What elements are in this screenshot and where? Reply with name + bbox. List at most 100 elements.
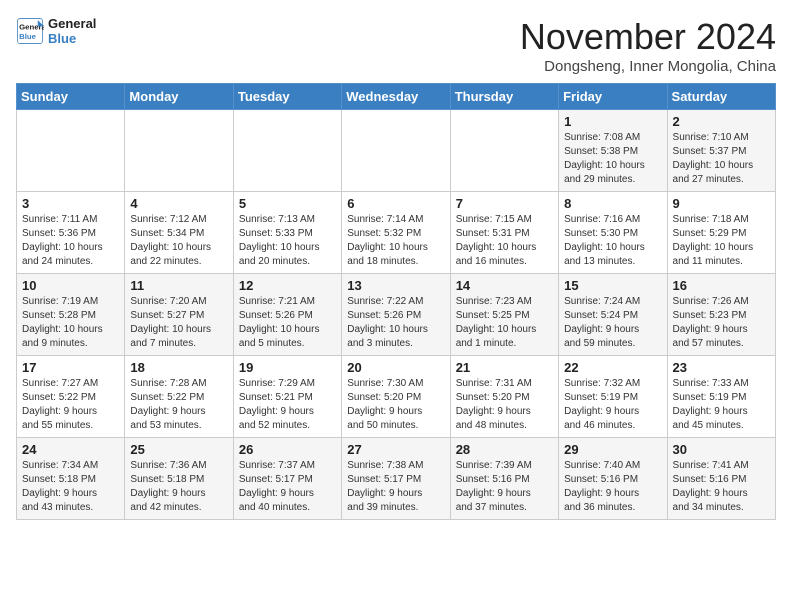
- day-info: Sunrise: 7:30 AM Sunset: 5:20 PM Dayligh…: [347, 377, 444, 433]
- day-number: 22: [564, 360, 661, 375]
- weekday-header-monday: Monday: [125, 84, 233, 110]
- day-info: Sunrise: 7:16 AM Sunset: 5:30 PM Dayligh…: [564, 213, 661, 269]
- calendar-cell: 17 Sunrise: 7:27 AM Sunset: 5:22 PM Dayli…: [17, 356, 125, 438]
- calendar-week-5: 24Sunrise: 7:34 AM Sunset: 5:18 PM Dayli…: [17, 438, 776, 520]
- calendar-cell: 15 Sunrise: 7:24 AM Sunset: 5:24 PM Dayli…: [559, 274, 667, 356]
- calendar-cell: 2 Sunrise: 7:10 AM Sunset: 5:37 PM Daylig…: [667, 110, 775, 192]
- calendar-cell: 20 Sunrise: 7:30 AM Sunset: 5:20 PM Dayli…: [342, 356, 450, 438]
- svg-text:Blue: Blue: [19, 32, 37, 41]
- day-number: 27: [347, 442, 444, 457]
- weekday-header-saturday: Saturday: [667, 84, 775, 110]
- title-block: November 2024 Dongsheng, Inner Mongolia,…: [520, 16, 776, 75]
- calendar-week-3: 10 Sunrise: 7:19 AM Sunset: 5:28 PM Dayli…: [17, 274, 776, 356]
- calendar-cell: 6 Sunrise: 7:14 AM Sunset: 5:32 PM Daylig…: [342, 192, 450, 274]
- calendar-week-1: 1Sunrise: 7:08 AM Sunset: 5:38 PM Daylig…: [17, 110, 776, 192]
- calendar-week-4: 17 Sunrise: 7:27 AM Sunset: 5:22 PM Dayli…: [17, 356, 776, 438]
- day-info: Sunrise: 7:34 AM Sunset: 5:18 PM Dayligh…: [22, 459, 119, 515]
- weekday-header-tuesday: Tuesday: [233, 84, 341, 110]
- calendar-cell: 23 Sunrise: 7:33 AM Sunset: 5:19 PM Dayli…: [667, 356, 775, 438]
- month-title: November 2024: [520, 16, 776, 58]
- day-number: 9: [673, 196, 770, 211]
- day-number: 14: [456, 278, 553, 293]
- day-info: Sunrise: 7:27 AM Sunset: 5:22 PM Dayligh…: [22, 377, 119, 433]
- day-number: 12: [239, 278, 336, 293]
- calendar-cell: [450, 110, 558, 192]
- calendar-cell: 26Sunrise: 7:37 AM Sunset: 5:17 PM Dayli…: [233, 438, 341, 520]
- weekday-header-thursday: Thursday: [450, 84, 558, 110]
- calendar-cell: 18Sunrise: 7:28 AM Sunset: 5:22 PM Dayli…: [125, 356, 233, 438]
- weekday-header-friday: Friday: [559, 84, 667, 110]
- day-number: 4: [130, 196, 227, 211]
- day-info: Sunrise: 7:08 AM Sunset: 5:38 PM Dayligh…: [564, 131, 661, 187]
- day-number: 7: [456, 196, 553, 211]
- day-number: 20: [347, 360, 444, 375]
- day-number: 18: [130, 360, 227, 375]
- calendar-cell: [17, 110, 125, 192]
- calendar-cell: 3 Sunrise: 7:11 AM Sunset: 5:36 PM Daylig…: [17, 192, 125, 274]
- calendar-week-2: 3 Sunrise: 7:11 AM Sunset: 5:36 PM Daylig…: [17, 192, 776, 274]
- logo-general: General: [48, 16, 96, 31]
- calendar-cell: 28Sunrise: 7:39 AM Sunset: 5:16 PM Dayli…: [450, 438, 558, 520]
- day-number: 2: [673, 114, 770, 129]
- day-number: 30: [673, 442, 770, 457]
- calendar-cell: 14Sunrise: 7:23 AM Sunset: 5:25 PM Dayli…: [450, 274, 558, 356]
- calendar-cell: 30 Sunrise: 7:41 AM Sunset: 5:16 PM Dayli…: [667, 438, 775, 520]
- location: Dongsheng, Inner Mongolia, China: [520, 58, 776, 75]
- calendar-cell: 13 Sunrise: 7:22 AM Sunset: 5:26 PM Dayli…: [342, 274, 450, 356]
- day-info: Sunrise: 7:26 AM Sunset: 5:23 PM Dayligh…: [673, 295, 770, 351]
- calendar-table: SundayMondayTuesdayWednesdayThursdayFrid…: [16, 83, 776, 520]
- day-info: Sunrise: 7:18 AM Sunset: 5:29 PM Dayligh…: [673, 213, 770, 269]
- day-info: Sunrise: 7:33 AM Sunset: 5:19 PM Dayligh…: [673, 377, 770, 433]
- day-number: 13: [347, 278, 444, 293]
- day-number: 17: [22, 360, 119, 375]
- calendar-cell: 19 Sunrise: 7:29 AM Sunset: 5:21 PM Dayli…: [233, 356, 341, 438]
- calendar-header-row: SundayMondayTuesdayWednesdayThursdayFrid…: [17, 84, 776, 110]
- calendar-body: 1Sunrise: 7:08 AM Sunset: 5:38 PM Daylig…: [17, 110, 776, 520]
- day-info: Sunrise: 7:11 AM Sunset: 5:36 PM Dayligh…: [22, 213, 119, 269]
- calendar-cell: 27Sunrise: 7:38 AM Sunset: 5:17 PM Dayli…: [342, 438, 450, 520]
- calendar-cell: 29Sunrise: 7:40 AM Sunset: 5:16 PM Dayli…: [559, 438, 667, 520]
- day-number: 25: [130, 442, 227, 457]
- logo-blue: Blue: [48, 31, 96, 46]
- calendar-cell: [342, 110, 450, 192]
- day-number: 15: [564, 278, 661, 293]
- day-info: Sunrise: 7:19 AM Sunset: 5:28 PM Dayligh…: [22, 295, 119, 351]
- day-number: 29: [564, 442, 661, 457]
- day-info: Sunrise: 7:10 AM Sunset: 5:37 PM Dayligh…: [673, 131, 770, 187]
- day-info: Sunrise: 7:14 AM Sunset: 5:32 PM Dayligh…: [347, 213, 444, 269]
- day-info: Sunrise: 7:41 AM Sunset: 5:16 PM Dayligh…: [673, 459, 770, 515]
- day-number: 23: [673, 360, 770, 375]
- day-info: Sunrise: 7:21 AM Sunset: 5:26 PM Dayligh…: [239, 295, 336, 351]
- day-info: Sunrise: 7:39 AM Sunset: 5:16 PM Dayligh…: [456, 459, 553, 515]
- day-number: 3: [22, 196, 119, 211]
- day-number: 10: [22, 278, 119, 293]
- calendar-cell: 8Sunrise: 7:16 AM Sunset: 5:30 PM Daylig…: [559, 192, 667, 274]
- day-number: 11: [130, 278, 227, 293]
- calendar-cell: 10 Sunrise: 7:19 AM Sunset: 5:28 PM Dayli…: [17, 274, 125, 356]
- calendar-cell: 21Sunrise: 7:31 AM Sunset: 5:20 PM Dayli…: [450, 356, 558, 438]
- day-info: Sunrise: 7:36 AM Sunset: 5:18 PM Dayligh…: [130, 459, 227, 515]
- day-info: Sunrise: 7:29 AM Sunset: 5:21 PM Dayligh…: [239, 377, 336, 433]
- day-info: Sunrise: 7:24 AM Sunset: 5:24 PM Dayligh…: [564, 295, 661, 351]
- calendar-cell: 4 Sunrise: 7:12 AM Sunset: 5:34 PM Daylig…: [125, 192, 233, 274]
- day-info: Sunrise: 7:37 AM Sunset: 5:17 PM Dayligh…: [239, 459, 336, 515]
- calendar-cell: [233, 110, 341, 192]
- logo: General Blue General Blue: [16, 16, 96, 46]
- day-number: 21: [456, 360, 553, 375]
- day-info: Sunrise: 7:32 AM Sunset: 5:19 PM Dayligh…: [564, 377, 661, 433]
- day-info: Sunrise: 7:22 AM Sunset: 5:26 PM Dayligh…: [347, 295, 444, 351]
- day-number: 6: [347, 196, 444, 211]
- page-header: General Blue General Blue November 2024 …: [16, 16, 776, 75]
- calendar-cell: 7 Sunrise: 7:15 AM Sunset: 5:31 PM Daylig…: [450, 192, 558, 274]
- day-number: 19: [239, 360, 336, 375]
- day-info: Sunrise: 7:15 AM Sunset: 5:31 PM Dayligh…: [456, 213, 553, 269]
- day-info: Sunrise: 7:12 AM Sunset: 5:34 PM Dayligh…: [130, 213, 227, 269]
- calendar-cell: 5Sunrise: 7:13 AM Sunset: 5:33 PM Daylig…: [233, 192, 341, 274]
- day-info: Sunrise: 7:20 AM Sunset: 5:27 PM Dayligh…: [130, 295, 227, 351]
- day-number: 16: [673, 278, 770, 293]
- day-number: 5: [239, 196, 336, 211]
- calendar-cell: 9 Sunrise: 7:18 AM Sunset: 5:29 PM Daylig…: [667, 192, 775, 274]
- calendar-cell: 24Sunrise: 7:34 AM Sunset: 5:18 PM Dayli…: [17, 438, 125, 520]
- calendar-cell: 25 Sunrise: 7:36 AM Sunset: 5:18 PM Dayli…: [125, 438, 233, 520]
- calendar-cell: 1Sunrise: 7:08 AM Sunset: 5:38 PM Daylig…: [559, 110, 667, 192]
